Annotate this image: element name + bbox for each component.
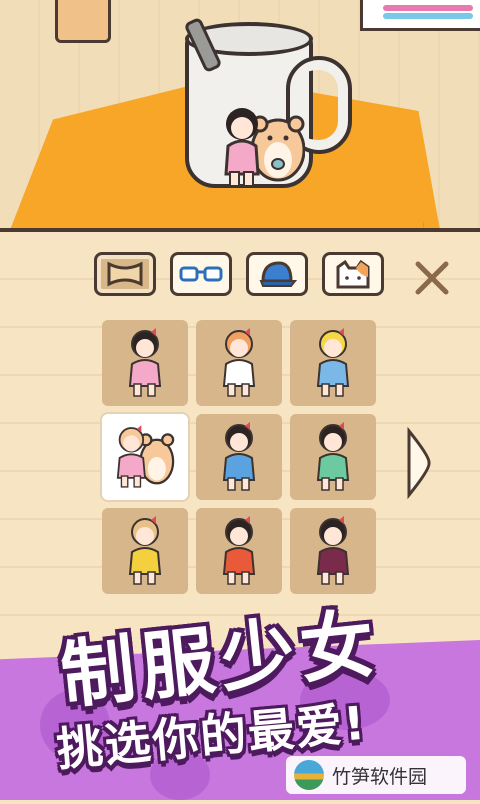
room-scene bbox=[0, 0, 480, 230]
pink-dress-girl-figure bbox=[128, 328, 162, 397]
close-icon bbox=[415, 261, 449, 295]
alice-girl-figure bbox=[316, 328, 350, 397]
chevron-right-icon bbox=[407, 427, 431, 499]
ninja-girl-figure bbox=[316, 516, 350, 585]
tab-cat-ears[interactable] bbox=[322, 252, 384, 296]
pink-dress-hamster-figure bbox=[116, 425, 175, 488]
outfit-slot-pink-dress-girl[interactable] bbox=[102, 320, 188, 406]
outfit-slot-cat-hood-girl[interactable] bbox=[196, 320, 282, 406]
straw-hat-girl-figure bbox=[128, 516, 162, 585]
tab-bow[interactable] bbox=[94, 252, 156, 296]
girl-and-hamster-character[interactable] bbox=[220, 98, 305, 193]
outfit-slot-blue-dress-girl[interactable] bbox=[196, 414, 282, 500]
watermark-logo-icon bbox=[294, 760, 324, 790]
outfit-slot-pink-dress-hamster[interactable] bbox=[102, 414, 188, 500]
close-button[interactable] bbox=[410, 256, 454, 300]
outfit-slot-alice-girl[interactable] bbox=[290, 320, 376, 406]
watermark-text: 竹笋软件园 bbox=[332, 765, 428, 788]
outfit-slot-qipao-girl[interactable] bbox=[196, 508, 282, 594]
cap-icon bbox=[259, 261, 297, 287]
cat-icon bbox=[336, 259, 370, 289]
cat-hood-girl-figure bbox=[222, 328, 256, 397]
outfit-slot-straw-hat-girl[interactable] bbox=[102, 508, 188, 594]
blue-dress-girl-figure bbox=[222, 422, 256, 491]
pencil-tray bbox=[360, 0, 480, 31]
qipao-girl-figure bbox=[222, 516, 256, 585]
outfit-grid bbox=[102, 320, 376, 594]
tab-glasses[interactable] bbox=[170, 252, 232, 296]
bow-icon bbox=[107, 261, 143, 287]
watermark: 竹笋软件园 bbox=[286, 756, 466, 794]
glasses-icon bbox=[179, 266, 223, 282]
tab-hat[interactable] bbox=[246, 252, 308, 296]
outfit-slot-ninja-girl[interactable] bbox=[290, 508, 376, 594]
next-page-button[interactable] bbox=[404, 427, 434, 499]
green-dress-girl-figure bbox=[316, 422, 350, 491]
wooden-box bbox=[55, 0, 111, 43]
outfit-slot-green-dress-girl[interactable] bbox=[290, 414, 376, 500]
category-tabs bbox=[94, 252, 384, 296]
